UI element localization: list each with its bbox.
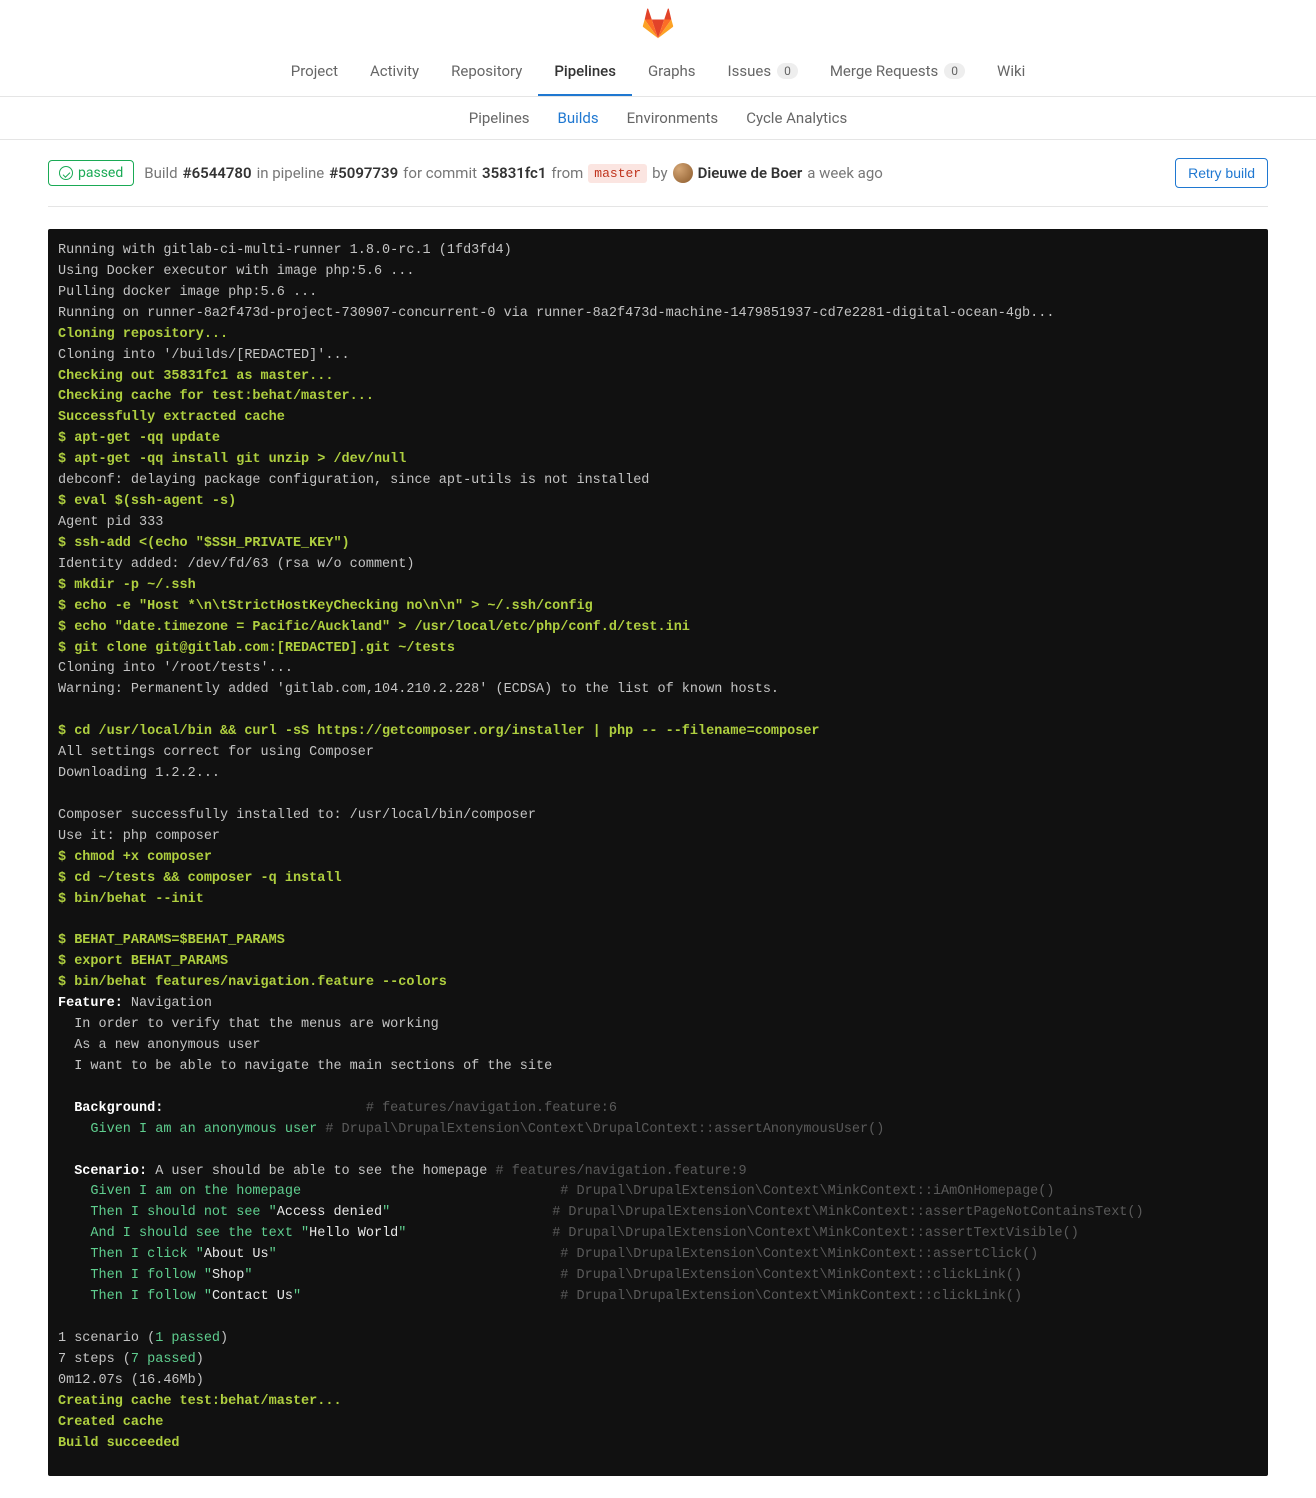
mr-count-badge: 0 [944,63,965,79]
gitlab-logo[interactable] [0,0,1316,48]
status-badge: passed [48,160,134,186]
subtab-environments[interactable]: Environments [613,97,733,139]
build-header: passed Build #6544780 in pipeline #50977… [48,140,1268,207]
branch-tag[interactable]: master [588,164,647,183]
check-circle-icon [59,166,73,180]
main-tabs: Project Activity Repository Pipelines Gr… [0,48,1316,97]
subtab-cycle-analytics[interactable]: Cycle Analytics [732,97,861,139]
pipeline-id[interactable]: #5097739 [329,164,398,182]
commit-sha[interactable]: 35831fc1 [482,164,546,182]
tab-graphs[interactable]: Graphs [632,48,712,96]
author-name[interactable]: Dieuwe de Boer [698,164,803,182]
tab-repository[interactable]: Repository [435,48,538,96]
tab-activity[interactable]: Activity [354,48,435,96]
subtab-builds[interactable]: Builds [544,97,613,139]
tab-project[interactable]: Project [275,48,354,96]
avatar[interactable] [673,163,693,183]
build-log: Running with gitlab-ci-multi-runner 1.8.… [48,229,1268,1476]
tab-pipelines[interactable]: Pipelines [538,48,632,96]
tab-issues[interactable]: Issues0 [712,48,814,96]
retry-build-button[interactable]: Retry build [1175,158,1268,188]
build-label: Build [144,164,177,182]
subtab-pipelines[interactable]: Pipelines [455,97,544,139]
timestamp: a week ago [807,164,883,182]
build-id[interactable]: #6544780 [183,164,252,182]
tab-wiki[interactable]: Wiki [981,48,1041,96]
tab-merge-requests[interactable]: Merge Requests0 [814,48,981,96]
sub-tabs: Pipelines Builds Environments Cycle Anal… [0,97,1316,140]
issues-count-badge: 0 [777,63,798,79]
